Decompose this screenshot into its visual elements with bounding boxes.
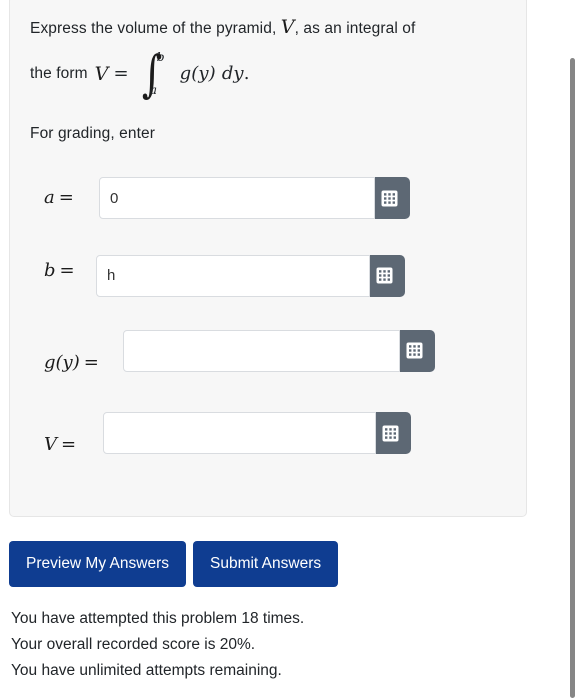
answer-input-b[interactable] [96,254,370,297]
math-keypad-button-b[interactable] [364,254,405,297]
statement-text-before-var: Express the volume of the pyramid, [30,20,281,37]
answer-label-a: a = [44,187,74,209]
answer-input-group-a [99,177,410,220]
answer-input-group-gy [123,329,435,372]
action-button-bar: Preview My Answers Submit Answers [9,541,339,587]
attempts-count-text: You have attempted this problem 18 times… [11,610,305,627]
math-keypad-button-volume[interactable] [370,412,411,455]
problem-panel: Express the volume of the pyramid, V, as… [9,0,527,517]
statement-line-2: the form V = b ∫ a g(y) dy. [30,48,506,100]
math-keypad-icon [376,267,393,284]
answer-row-gy: g(y) = [30,317,506,400]
formula-period: . [243,63,250,85]
answer-input-volume[interactable] [103,412,376,455]
integral-sign-group: b ∫ a [137,48,171,100]
answer-fields-list: a = 0 b = h g(y) = V = [30,162,506,480]
statement-the-form-text: the form [30,65,88,83]
attempt-status-block: You have attempted this problem 18 times… [11,606,511,684]
statement-text-after-var: , as an integral of [294,20,416,37]
problem-statement: Express the volume of the pyramid, V, as… [30,13,506,146]
math-keypad-button-a[interactable] [369,177,410,220]
vertical-scrollbar[interactable] [566,0,580,700]
answer-label-b: b = [44,260,75,282]
attempts-remaining-text: You have unlimited attempts remaining. [11,662,282,679]
statement-variable-V: V [280,16,295,38]
integral-formula: V = b ∫ a g(y) dy. [95,48,250,100]
grading-instruction: For grading, enter [30,125,156,143]
page-content: Express the volume of the pyramid, V, as… [0,0,556,700]
math-keypad-icon [406,342,423,359]
answer-input-group-volume [103,412,411,455]
integrand-function: g(y) [179,63,216,85]
answer-row-a: a = [30,162,506,234]
integral-body: g(y) dy. [180,60,250,88]
statement-line-1: Express the volume of the pyramid, V, as… [30,13,506,42]
math-keypad-button-gy[interactable] [394,329,435,372]
math-keypad-icon [381,190,398,207]
answer-label-volume: V = [44,434,77,456]
submit-answers-button[interactable]: Submit Answers [192,541,339,587]
answer-row-b: b = [30,234,506,317]
vertical-scrollbar-thumb[interactable] [570,58,575,698]
formula-lhs-variable: V [94,62,109,85]
answer-label-gy: g(y) = [44,352,99,374]
integral-differential: dy [221,63,244,85]
answer-row-volume: V = [30,400,506,480]
answer-input-group-b [96,254,405,297]
answer-input-a[interactable] [99,177,375,220]
recorded-score-text: Your overall recorded score is 20%. [11,636,256,653]
preview-my-answers-button[interactable]: Preview My Answers [9,541,186,587]
answer-input-gy[interactable] [123,329,400,372]
formula-equals-sign: = [113,63,129,85]
math-keypad-icon [382,425,399,442]
integral-lower-limit: a [149,82,158,98]
